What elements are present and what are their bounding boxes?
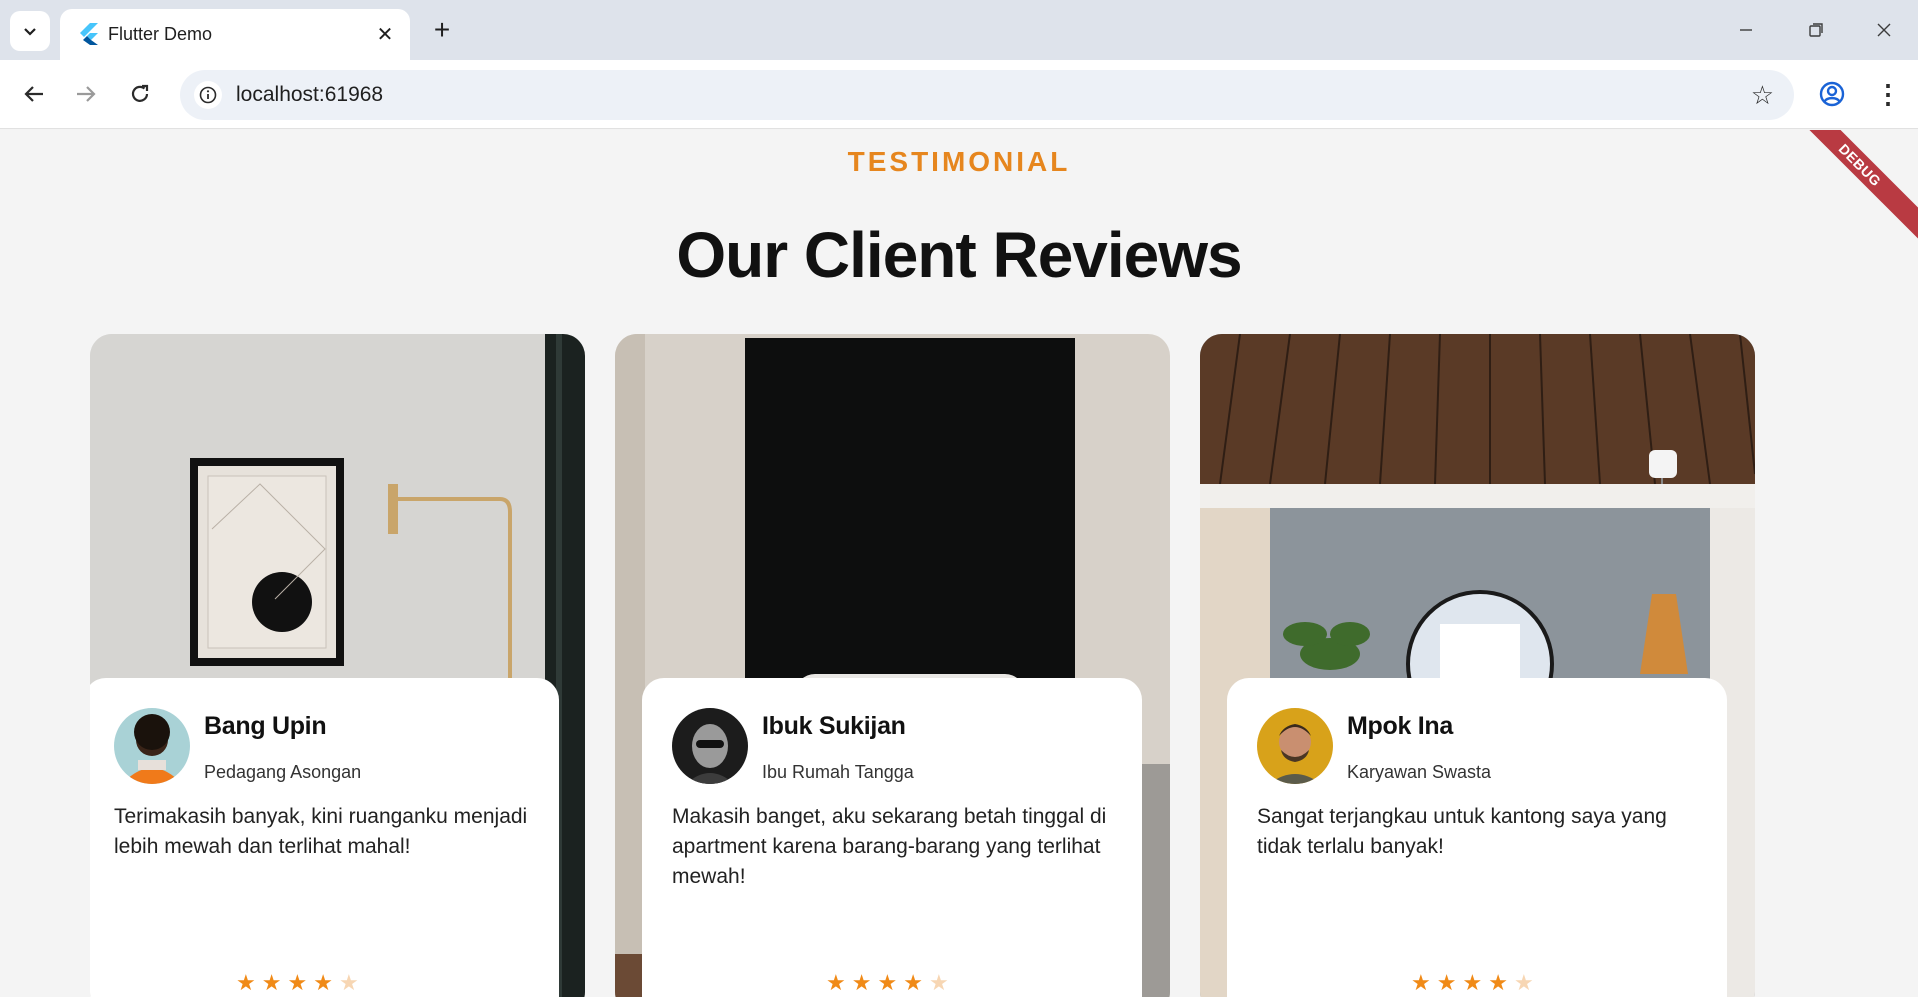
- tab-search-button[interactable]: [10, 11, 50, 51]
- address-bar[interactable]: localhost:61968 ☆: [180, 70, 1794, 120]
- star-empty-icon: ★: [338, 970, 365, 995]
- review-panel: Ibuk Sukijan Ibu Rumah Tangga Makasih ba…: [642, 678, 1142, 997]
- url-text: localhost:61968: [236, 83, 384, 106]
- reload-button[interactable]: [120, 74, 160, 114]
- avatar: [672, 708, 748, 784]
- back-arrow-icon: [24, 86, 43, 102]
- page-title: Our Client Reviews: [676, 219, 1242, 291]
- minimize-icon[interactable]: [1724, 12, 1768, 48]
- star-filled-icon: ★: [1462, 970, 1489, 995]
- star-filled-icon: ★: [313, 970, 339, 995]
- reviewer-name: Mpok Ina: [1347, 712, 1453, 740]
- rating-stars: ★★★★★: [236, 970, 365, 996]
- tab-strip: Flutter Demo ✕ +: [0, 0, 1918, 60]
- review-text: Sangat terjangkau untuk kantong saya yan…: [1257, 805, 1667, 858]
- review-text: Terimakasih banyak, kini ruanganku menja…: [114, 805, 528, 858]
- star-filled-icon: ★: [903, 970, 929, 995]
- back-button[interactable]: [14, 74, 54, 114]
- reload-icon: [131, 84, 149, 102]
- star-filled-icon: ★: [1436, 970, 1463, 995]
- star-filled-icon: ★: [877, 970, 904, 995]
- tab-title: Flutter Demo: [108, 24, 213, 44]
- profile-button[interactable]: [1812, 74, 1852, 114]
- star-filled-icon: ★: [851, 970, 878, 995]
- review-text: Makasih banget, aku sekarang betah tingg…: [672, 805, 1107, 888]
- reviewer-name: Ibuk Sukijan: [762, 712, 906, 740]
- reviewer-name: Bang Upin: [204, 712, 327, 740]
- review-card: Bang Upin Pedagang Asongan Terimakasih b…: [90, 334, 585, 997]
- star-filled-icon: ★: [236, 970, 262, 995]
- close-window-icon[interactable]: [1862, 12, 1906, 48]
- star-filled-icon: ★: [261, 970, 288, 995]
- section-eyebrow: TESTIMONIAL: [847, 146, 1071, 177]
- forward-arrow-icon: [77, 86, 96, 102]
- page-viewport: TESTIMONIAL Our Client Reviews DEBUG Ban…: [0, 130, 1918, 997]
- account-circle-icon: [1819, 81, 1845, 107]
- browser-window: Flutter Demo ✕ + localhost:61968 ☆ ⋮ TES…: [0, 0, 1918, 997]
- star-empty-icon: ★: [928, 970, 955, 995]
- star-empty-icon: ★: [1513, 970, 1540, 995]
- star-filled-icon: ★: [1488, 970, 1514, 995]
- review-panel: Bang Upin Pedagang Asongan Terimakasih b…: [90, 678, 559, 997]
- restore-icon[interactable]: [1794, 12, 1838, 48]
- browser-menu-button[interactable]: ⋮: [1868, 74, 1908, 114]
- flutter-icon: [80, 23, 98, 45]
- review-panel: Mpok Ina Karyawan Swasta Sangat terjangk…: [1227, 678, 1727, 997]
- reviewer-role: Ibu Rumah Tangga: [762, 762, 914, 782]
- star-filled-icon: ★: [287, 970, 314, 995]
- reviewer-role: Karyawan Swasta: [1347, 762, 1492, 782]
- star-filled-icon: ★: [826, 970, 852, 995]
- tab-active[interactable]: Flutter Demo ✕: [60, 9, 410, 60]
- avatar: [114, 708, 190, 784]
- review-card: Mpok Ina Karyawan Swasta Sangat terjangk…: [1200, 334, 1755, 997]
- browser-toolbar: localhost:61968 ☆ ⋮: [0, 60, 1918, 129]
- review-card: Ibuk Sukijan Ibu Rumah Tangga Makasih ba…: [615, 334, 1170, 997]
- bookmark-star-icon[interactable]: ☆: [1751, 80, 1774, 111]
- rating-stars: ★★★★★: [826, 970, 955, 996]
- close-tab-icon[interactable]: ✕: [372, 21, 398, 47]
- new-tab-button[interactable]: +: [424, 12, 460, 48]
- avatar: [1257, 708, 1333, 784]
- forward-button[interactable]: [66, 74, 106, 114]
- reviewer-role: Pedagang Asongan: [204, 762, 362, 782]
- rating-stars: ★★★★★: [1411, 970, 1540, 996]
- chevron-down-icon: [24, 28, 36, 36]
- site-info-icon[interactable]: [194, 81, 222, 109]
- star-filled-icon: ★: [1411, 970, 1437, 995]
